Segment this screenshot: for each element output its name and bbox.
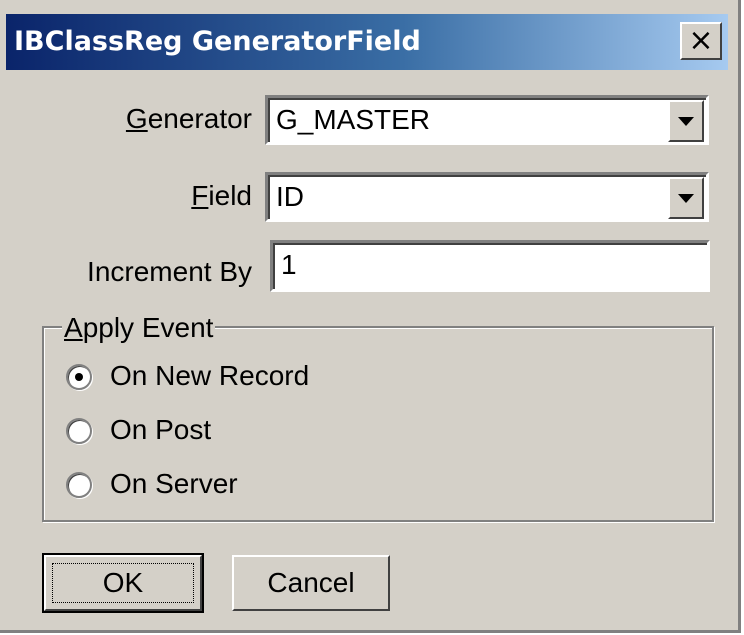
dialog-window: IBClassReg GeneratorField × Generator G_… <box>0 0 741 633</box>
radio-button[interactable] <box>66 418 92 444</box>
field-value: ID <box>276 181 304 212</box>
radio-label: On Server <box>110 468 238 499</box>
field-select[interactable]: ID <box>265 172 709 222</box>
radio-label: On New Record <box>110 360 310 391</box>
field-dropdown-button[interactable] <box>668 177 704 219</box>
increment-label: Increment By <box>87 256 252 287</box>
increment-value: 1 <box>281 249 297 280</box>
chevron-down-icon <box>678 193 694 203</box>
radio-button[interactable] <box>66 472 92 498</box>
cancel-button[interactable]: Cancel <box>232 555 390 611</box>
generator-label: Generator <box>125 103 252 134</box>
window-title: IBClassReg GeneratorField <box>14 26 421 57</box>
generator-value: G_MASTER <box>276 104 431 135</box>
chevron-down-icon <box>678 116 694 126</box>
radio-selected-dot <box>75 373 83 381</box>
close-icon: × <box>688 23 714 58</box>
ok-button[interactable]: OK <box>42 553 204 613</box>
generator-select[interactable]: G_MASTER <box>265 95 709 145</box>
field-label: Field <box>191 180 252 211</box>
cancel-label: Cancel <box>267 567 355 598</box>
increment-input[interactable]: 1 <box>270 240 710 292</box>
title-bar[interactable]: IBClassReg GeneratorField × <box>6 14 728 70</box>
close-button[interactable]: × <box>680 22 722 60</box>
apply-event-legend: Apply Event <box>62 312 216 344</box>
radio-button[interactable] <box>66 364 92 390</box>
radio-label: On Post <box>110 414 212 445</box>
focus-rectangle <box>52 563 194 603</box>
generator-dropdown-button[interactable] <box>668 100 704 142</box>
